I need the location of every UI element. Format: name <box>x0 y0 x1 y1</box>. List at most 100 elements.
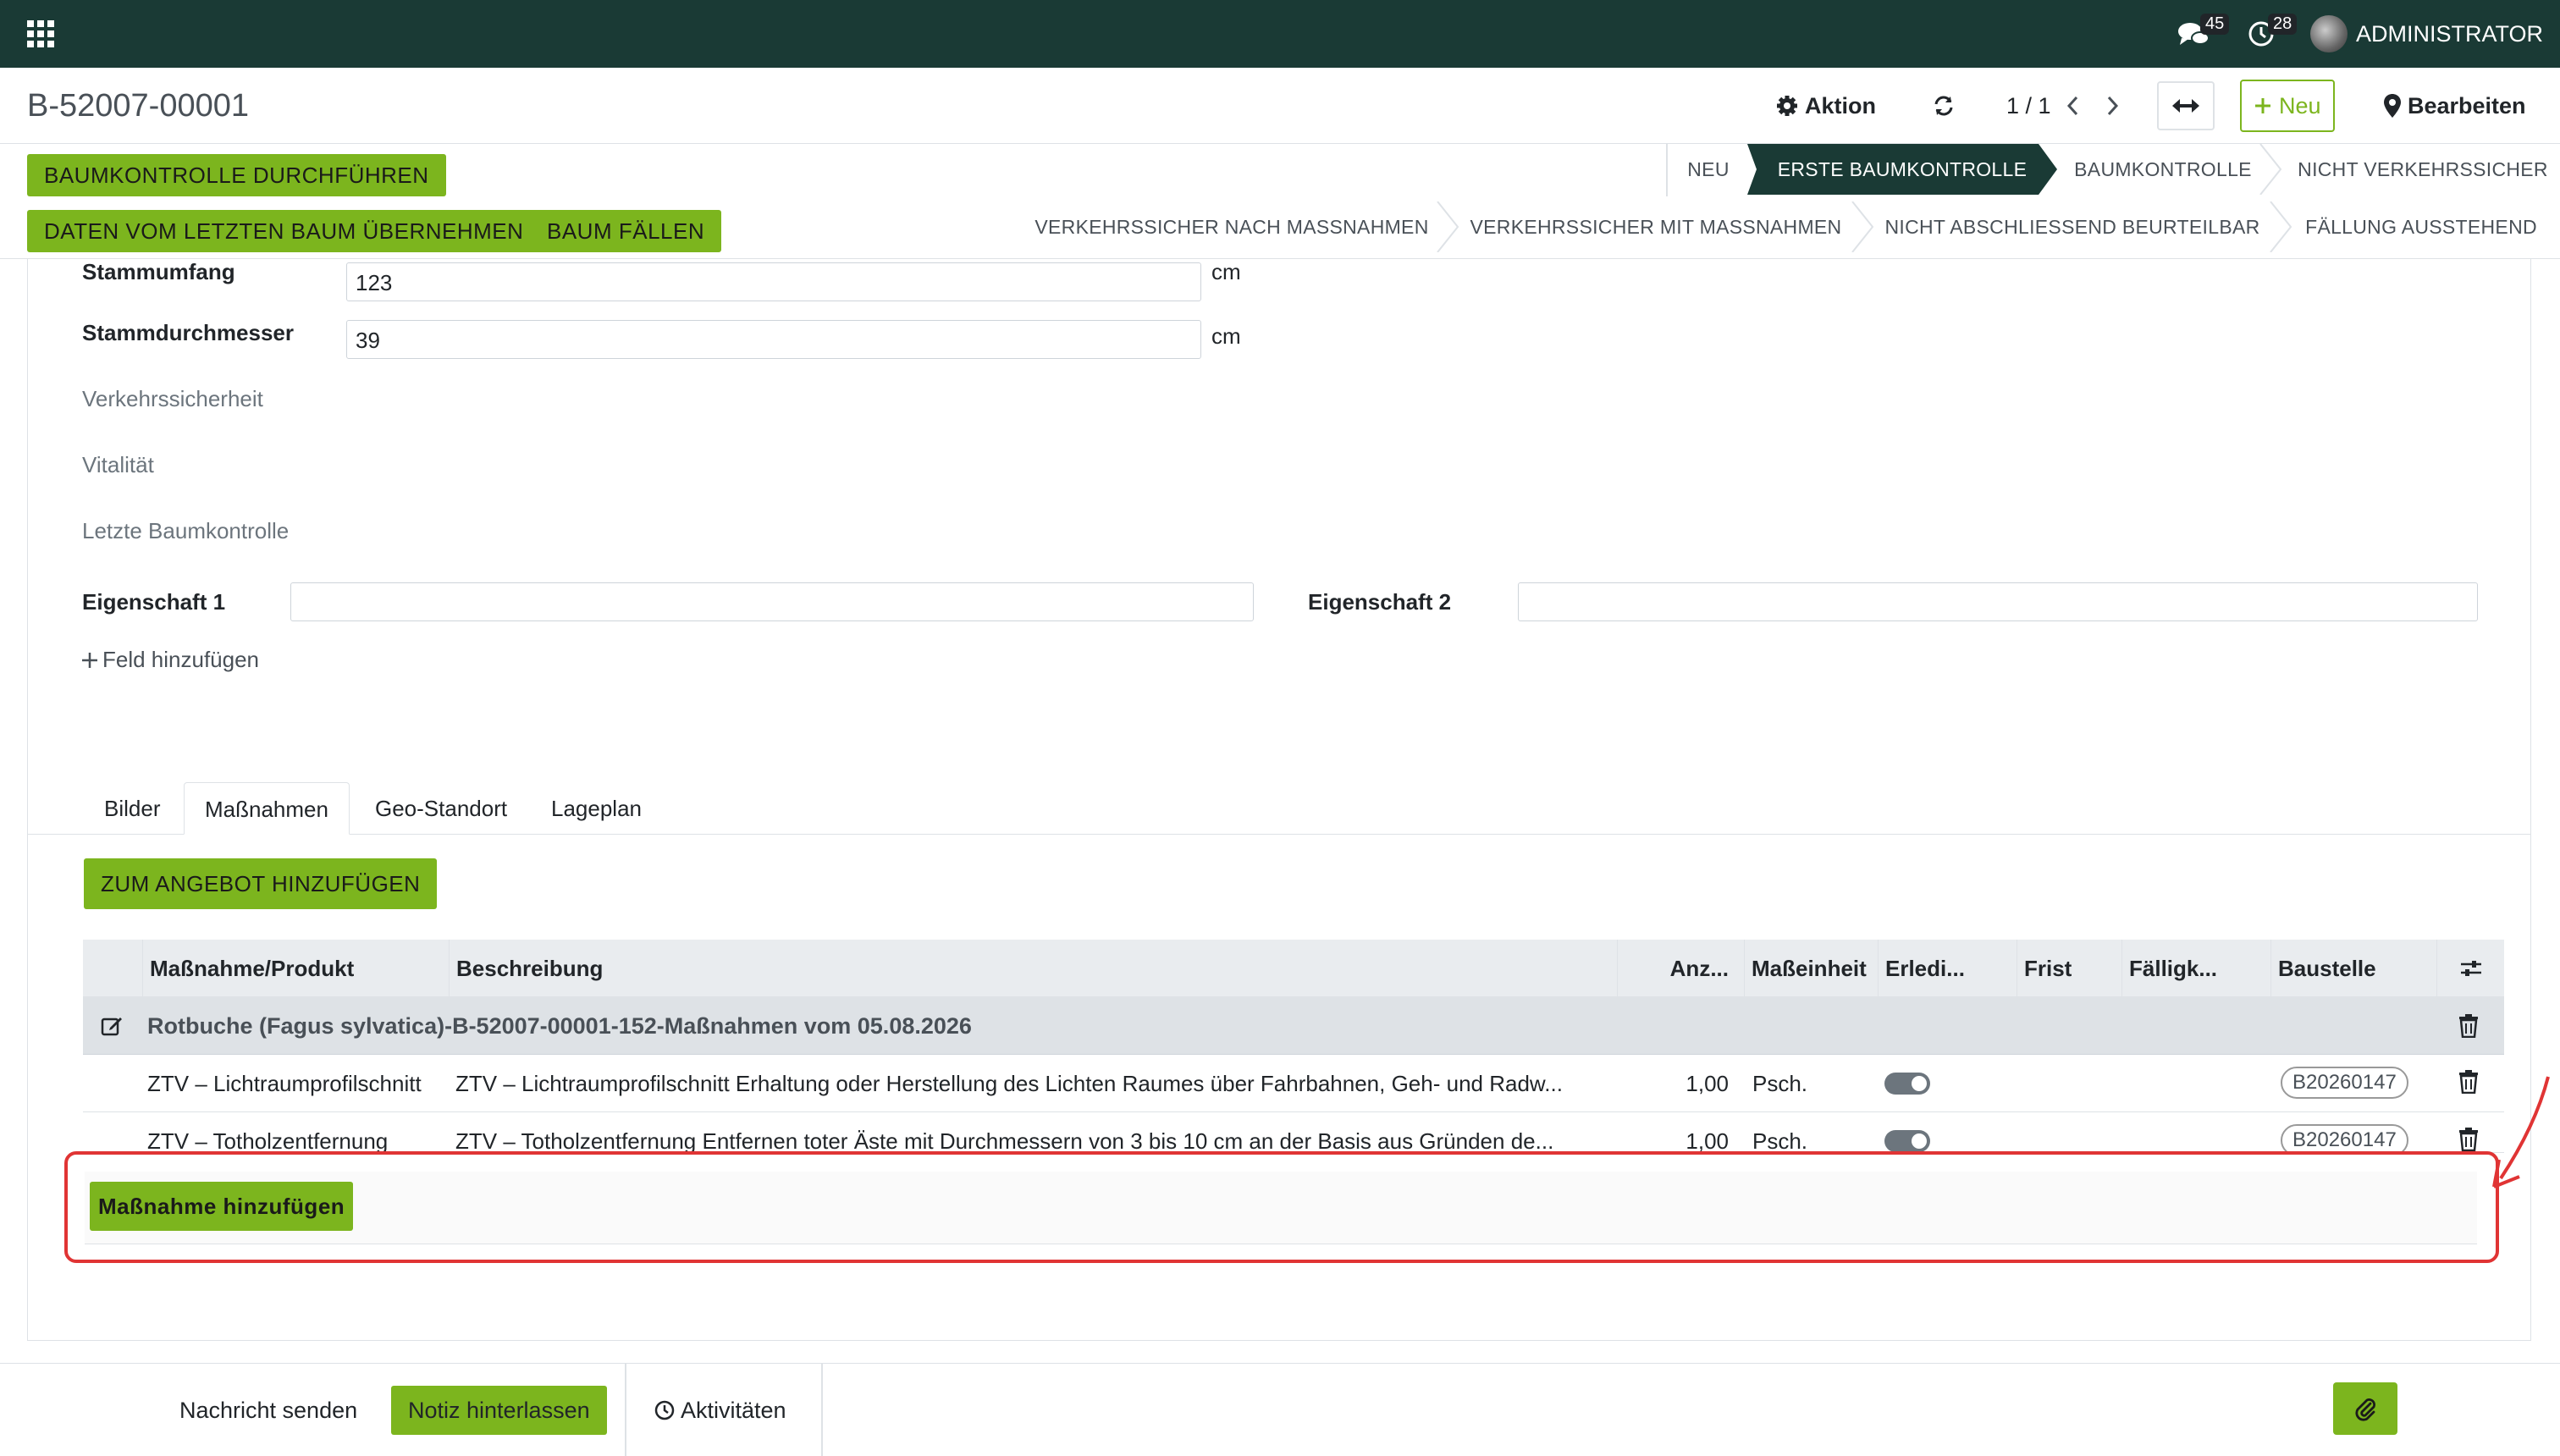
add-field-label: Feld hinzufügen <box>102 647 260 672</box>
row-product: ZTV – Totholzentfernung <box>147 1128 389 1153</box>
new-label: Neu <box>2279 92 2321 119</box>
navbar-systray: 45 28 ADMINISTRATOR <box>2175 0 2543 68</box>
vitalitaet-label: Vitalität <box>82 452 154 477</box>
stage-verkehrssicher-mit-massnahmen[interactable]: VERKEHRSSICHER MIT MASSNAHMEN <box>1461 201 1851 252</box>
stammdurchmesser-unit: cm <box>1211 323 1241 349</box>
do-tree-check-button[interactable]: BAUMKONTROLLE DURCHFÜHREN <box>27 154 446 196</box>
send-message-button[interactable]: Nachricht senden <box>163 1386 374 1435</box>
column-header-due[interactable]: Fälligk... <box>2121 940 2270 997</box>
table-row[interactable]: ZTV – Lichtraumprofilschnitt ZTV – Licht… <box>83 1055 2504 1112</box>
column-header-uom[interactable]: Maßeinheit <box>1744 940 1878 997</box>
chevron-left-icon <box>2066 96 2078 116</box>
stage-separator-icon <box>2259 144 2282 195</box>
activities-badge: 28 <box>2267 14 2298 35</box>
eigenschaft2-label: Eigenschaft 2 <box>1308 589 1452 615</box>
table-row[interactable]: ZTV – Totholzentfernung ZTV – Totholzent… <box>83 1112 2504 1153</box>
row-site-tag[interactable]: B20260147 <box>2281 1124 2408 1152</box>
row-product: ZTV – Lichtraumprofilschnitt <box>147 1071 422 1096</box>
stammumfang-unit: cm <box>1211 259 1241 284</box>
stage-nicht-abschliessend-beurteilbar[interactable]: NICHT ABSCHLIESSEND BEURTEILBAR <box>1876 201 2269 252</box>
messages-menu[interactable]: 45 <box>2175 14 2230 51</box>
tab-bilder[interactable]: Bilder <box>84 782 180 835</box>
activities-menu[interactable]: 28 <box>2243 14 2298 51</box>
edit-icon[interactable] <box>100 1014 124 1038</box>
table-section-row[interactable]: Rotbuche (Fagus sylvatica)-B-52007-00001… <box>83 997 2504 1055</box>
trash-icon[interactable] <box>2458 1128 2479 1151</box>
user-menu[interactable]: ADMINISTRATOR <box>2309 15 2543 52</box>
eigenschaft1-input[interactable] <box>290 582 1254 621</box>
copy-last-tree-button[interactable]: DATEN VOM LETZTEN BAUM ÜBERNEHMEN <box>27 210 541 252</box>
stage-separator-icon <box>1437 201 1459 252</box>
stammdurchmesser-input[interactable]: 39 <box>346 320 1201 359</box>
row-description: ZTV – Totholzentfernung Entfernen toter … <box>455 1128 1554 1153</box>
annotation-highlight-box <box>64 1151 2499 1263</box>
row-quantity: 1,00 <box>1686 1128 1729 1153</box>
map-marker-icon <box>2384 94 2401 118</box>
stage-neu[interactable]: NEU <box>1666 144 1751 195</box>
column-header-site[interactable]: Baustelle <box>2270 940 2436 997</box>
activities-button[interactable]: Aktivitäten <box>637 1386 803 1435</box>
section-title: Rotbuche (Fagus sylvatica)-B-52007-00001… <box>147 1013 972 1039</box>
activities-label: Aktivitäten <box>681 1398 786 1423</box>
add-field-link[interactable]: Feld hinzufügen <box>80 647 259 673</box>
messages-badge: 45 <box>2199 14 2230 35</box>
sliders-icon <box>2460 961 2481 976</box>
edit-button[interactable]: Bearbeiten <box>2384 85 2526 127</box>
chevron-right-icon <box>2107 96 2119 116</box>
stammdurchmesser-label: Stammdurchmesser <box>82 320 294 345</box>
expand-button[interactable] <box>2157 81 2215 130</box>
stage-faellung-ausstehend[interactable]: FÄLLUNG AUSSTEHEND <box>2294 201 2548 252</box>
pager-value[interactable]: 1 / 1 <box>2006 85 2051 127</box>
fell-tree-button[interactable]: BAUM FÄLLEN <box>530 210 722 252</box>
tab-geo-standort[interactable]: Geo-Standort <box>355 782 527 835</box>
stage-nicht-verkehrssicher[interactable]: NICHT VERKEHRSSICHER <box>2286 144 2560 195</box>
row-uom: Psch. <box>1752 1128 1808 1153</box>
trash-icon[interactable] <box>2458 1070 2479 1094</box>
stammumfang-input[interactable]: 123 <box>346 262 1201 301</box>
attachment-button[interactable] <box>2333 1382 2397 1435</box>
edit-label: Bearbeiten <box>2408 92 2526 119</box>
row-uom: Psch. <box>1752 1071 1808 1096</box>
row-done-toggle[interactable] <box>1884 1130 1930 1152</box>
chatter-divider <box>625 1364 626 1456</box>
column-header-done[interactable]: Erledi... <box>1878 940 2017 997</box>
eigenschaft2-input[interactable] <box>1518 582 2478 621</box>
paperclip-icon <box>2355 1398 2375 1421</box>
chatter-bar: Nachricht senden Notiz hinterlassen Akti… <box>0 1363 2560 1456</box>
tab-massnahmen[interactable]: Maßnahmen <box>184 782 350 835</box>
eigenschaft1-label: Eigenschaft 1 <box>82 589 226 615</box>
column-header-deadline[interactable]: Frist <box>2017 940 2121 997</box>
action-label: Aktion <box>1805 92 1876 119</box>
apps-menu-icon[interactable] <box>27 20 54 47</box>
control-panel: B-52007-00001 Aktion 1 / 1 Neu Bearbeite… <box>0 68 2560 144</box>
clock-icon <box>654 1400 675 1420</box>
verkehrssicherheit-label: Verkehrssicherheit <box>82 386 263 411</box>
row-site-tag[interactable]: B20260147 <box>2281 1067 2408 1099</box>
stage-baumkontrolle[interactable]: BAUMKONTROLLE <box>2057 144 2269 195</box>
pager-previous-button[interactable] <box>2066 85 2081 127</box>
optional-columns-toggle[interactable] <box>2436 940 2504 997</box>
table-header: Maßnahme/Produkt Beschreibung Anz... Maß… <box>83 940 2504 997</box>
stammumfang-label: Stammumfang <box>82 259 235 284</box>
stage-erste-baumkontrolle[interactable]: ERSTE BAUMKONTROLLE <box>1747 144 2057 195</box>
refresh-button[interactable] <box>1932 85 1956 127</box>
column-header-product[interactable]: Maßnahme/Produkt <box>142 940 449 997</box>
action-menu-button[interactable]: Aktion <box>1776 85 1876 127</box>
trash-icon[interactable] <box>2458 1014 2479 1038</box>
row-done-toggle[interactable] <box>1884 1073 1930 1095</box>
row-quantity: 1,00 <box>1686 1071 1729 1096</box>
arrows-horizontal-icon <box>2172 99 2199 113</box>
top-navbar: 45 28 ADMINISTRATOR <box>0 0 2560 68</box>
column-header-description[interactable]: Beschreibung <box>449 940 1617 997</box>
breadcrumb: B-52007-00001 <box>27 88 249 124</box>
stage-verkehrssicher-nach-massnahmen[interactable]: VERKEHRSSICHER NACH MASSNAHMEN <box>1024 201 1439 252</box>
letzte-baumkontrolle-label: Letzte Baumkontrolle <box>82 518 290 543</box>
stage-separator-icon <box>1851 201 1874 252</box>
pager-next-button[interactable] <box>2105 85 2120 127</box>
column-header-quantity[interactable]: Anz... <box>1617 940 1744 997</box>
new-button[interactable]: Neu <box>2240 80 2335 132</box>
add-to-offer-button[interactable]: ZUM ANGEBOT HINZUFÜGEN <box>84 858 438 909</box>
log-note-button[interactable]: Notiz hinterlassen <box>391 1386 607 1435</box>
stage-separator-icon <box>2270 201 2292 252</box>
tab-lageplan[interactable]: Lageplan <box>531 782 662 835</box>
